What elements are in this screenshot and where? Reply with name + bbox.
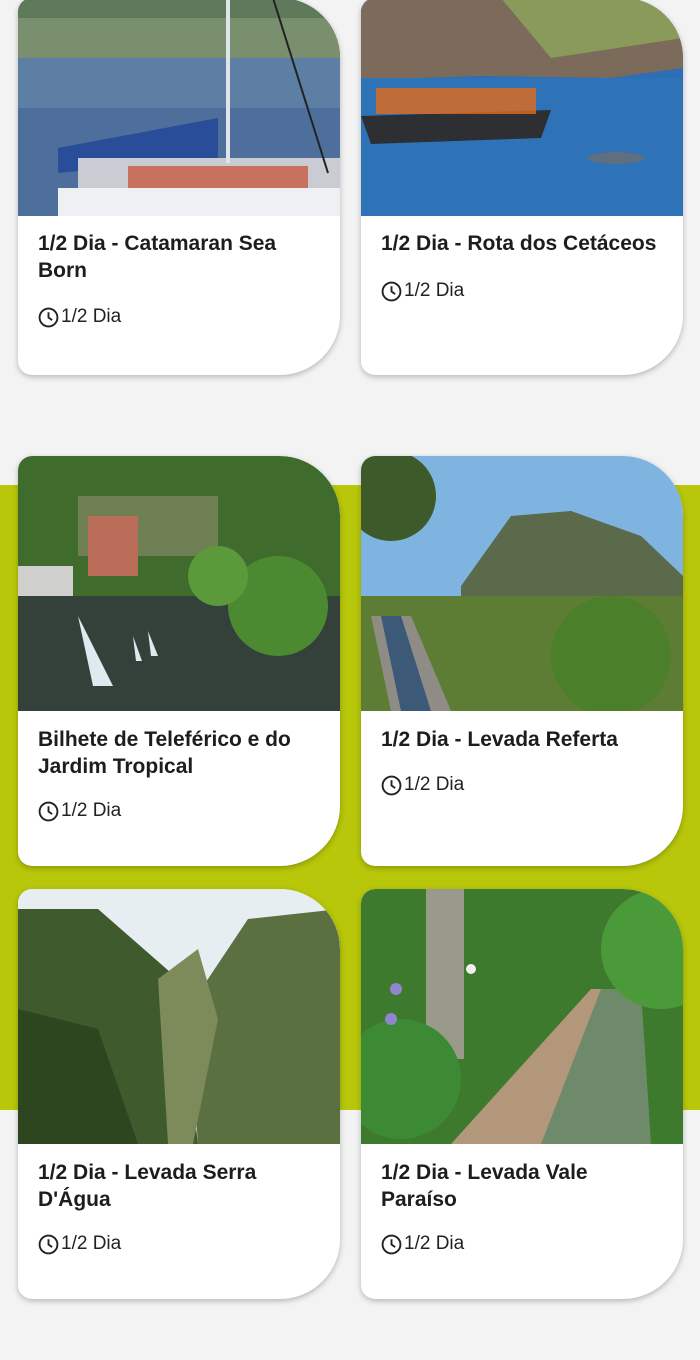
mountain-levada-photo	[361, 456, 683, 711]
clock-icon	[38, 307, 59, 327]
clock-icon	[381, 281, 402, 301]
tour-card[interactable]: 1/2 Dia - Levada Vale Paraíso 1/2 Dia	[361, 889, 683, 1299]
tour-duration: 1/2 Dia	[38, 800, 121, 822]
clock-icon	[38, 801, 59, 821]
duration-label: 1/2 Dia	[61, 306, 122, 327]
tour-duration: 1/2 Dia	[38, 306, 121, 328]
forest-levada-photo	[361, 889, 683, 1144]
tour-title: 1/2 Dia - Levada Vale Paraíso	[381, 1161, 588, 1211]
tour-title: Bilhete de Teleférico e do Jardim Tropic…	[38, 728, 291, 778]
duration-label: 1/2 Dia	[61, 800, 122, 821]
dolphin-boat-photo	[361, 0, 683, 216]
duration-label: 1/2 Dia	[61, 1233, 122, 1254]
tour-title: 1/2 Dia - Rota dos Cetáceos	[381, 232, 657, 255]
duration-label: 1/2 Dia	[404, 280, 465, 301]
tour-duration: 1/2 Dia	[381, 774, 464, 796]
clock-icon	[381, 775, 402, 795]
duration-label: 1/2 Dia	[404, 1233, 465, 1254]
tour-card[interactable]: 1/2 Dia - Levada Serra D'Água 1/2 Dia	[18, 889, 340, 1299]
clock-icon	[381, 1234, 402, 1254]
tour-title: 1/2 Dia - Catamaran Sea Born	[38, 232, 277, 282]
tour-card[interactable]: 1/2 Dia - Catamaran Sea Born 1/2 Dia	[18, 0, 340, 375]
duration-label: 1/2 Dia	[404, 774, 465, 795]
tour-title: 1/2 Dia - Levada Referta	[381, 728, 618, 751]
tour-duration: 1/2 Dia	[381, 280, 464, 302]
tropical-garden-photo	[18, 456, 340, 711]
tour-card[interactable]: 1/2 Dia - Rota dos Cetáceos 1/2 Dia	[361, 0, 683, 375]
tour-card[interactable]: 1/2 Dia - Levada Referta 1/2 Dia	[361, 456, 683, 866]
tour-duration: 1/2 Dia	[381, 1233, 464, 1255]
clock-icon	[38, 1234, 59, 1254]
tour-grid: 1/2 Dia - Catamaran Sea Born 1/2 Dia 1/2…	[18, 0, 683, 1360]
valley-photo	[18, 889, 340, 1144]
tour-card[interactable]: Bilhete de Teleférico e do Jardim Tropic…	[18, 456, 340, 866]
tour-duration: 1/2 Dia	[38, 1233, 121, 1255]
catamaran-photo	[18, 0, 340, 216]
tour-title: 1/2 Dia - Levada Serra D'Água	[38, 1161, 257, 1211]
